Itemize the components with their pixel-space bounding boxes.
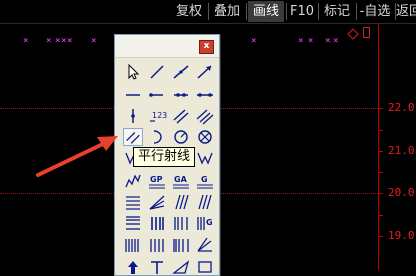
extended-line-icon[interactable] bbox=[195, 86, 215, 104]
event-marker[interactable]: × bbox=[333, 37, 338, 46]
speed-lines-icon[interactable] bbox=[147, 193, 167, 211]
watchlist-button[interactable]: -自选 bbox=[357, 1, 393, 22]
price-label-text: 123 bbox=[152, 111, 167, 120]
fibonacci-levels-icon[interactable] bbox=[123, 214, 143, 232]
fibonacci-lines-icon[interactable] bbox=[123, 193, 143, 211]
parallel-channel-icon[interactable] bbox=[195, 107, 215, 125]
diamond-marker-icon[interactable] bbox=[347, 28, 359, 40]
arc-icon[interactable] bbox=[147, 128, 167, 146]
curve-line-icon[interactable] bbox=[123, 172, 143, 190]
line-segment-icon[interactable] bbox=[147, 63, 167, 81]
ray-arrow-icon[interactable] bbox=[195, 63, 215, 81]
event-marker[interactable]: × bbox=[46, 37, 51, 46]
vertical-bars-icon[interactable] bbox=[171, 214, 191, 232]
g-tool-icon[interactable]: G bbox=[195, 172, 215, 190]
ga-tool-icon[interactable]: GA bbox=[171, 172, 191, 190]
g-box-label: G bbox=[206, 218, 213, 227]
horizontal-line-icon[interactable] bbox=[123, 86, 143, 104]
palette-titlebar[interactable]: x bbox=[115, 35, 219, 58]
bar-group-icon[interactable] bbox=[147, 214, 167, 232]
price-tick bbox=[378, 193, 383, 194]
parallel-lines-icon[interactable] bbox=[171, 107, 191, 125]
price-label: 21.0 bbox=[388, 144, 415, 157]
g-box-icon[interactable]: G bbox=[195, 214, 215, 232]
price-label: 22.0 bbox=[388, 101, 415, 114]
toolbar-separator bbox=[318, 3, 319, 20]
slanted-lines-icon[interactable] bbox=[195, 193, 215, 211]
f10-button[interactable]: F10 bbox=[288, 1, 316, 22]
price-label: 20.0 bbox=[388, 186, 415, 199]
text-tool-icon[interactable] bbox=[147, 258, 167, 276]
w-pattern-icon[interactable] bbox=[195, 149, 215, 167]
angle-fan-icon[interactable] bbox=[195, 236, 215, 254]
overlay-button[interactable]: 叠加 bbox=[210, 1, 244, 22]
tool-tooltip: 平行射线 bbox=[133, 147, 196, 167]
event-marker[interactable]: × bbox=[251, 37, 256, 46]
event-marker[interactable]: × bbox=[23, 37, 28, 46]
circle-cross-icon[interactable] bbox=[195, 128, 215, 146]
gann-lines-icon[interactable] bbox=[171, 193, 191, 211]
ga-label: GA bbox=[174, 175, 188, 184]
circle-icon[interactable] bbox=[171, 128, 191, 146]
event-marker[interactable]: × bbox=[91, 37, 96, 46]
rectangle-marker-icon[interactable] bbox=[363, 27, 370, 38]
toolbar-separator bbox=[246, 3, 247, 20]
horizontal-segment-icon[interactable] bbox=[147, 86, 167, 104]
top-toolbar: 复权 叠加 画线 F10 标记 -自选 返回 bbox=[0, 0, 416, 24]
line-with-arrow-icon[interactable] bbox=[171, 63, 191, 81]
rectangle-icon[interactable] bbox=[195, 258, 215, 276]
up-arrow-icon[interactable] bbox=[123, 258, 143, 276]
vertical-line-icon[interactable] bbox=[123, 107, 143, 125]
price-axis bbox=[378, 24, 379, 270]
parallel-ray-icon[interactable] bbox=[123, 128, 143, 146]
event-marker[interactable]: × bbox=[67, 37, 72, 46]
event-marker[interactable]: × bbox=[298, 37, 303, 46]
event-marker[interactable]: × bbox=[55, 37, 60, 46]
two-point-line-icon[interactable] bbox=[171, 86, 191, 104]
time-lines-icon[interactable] bbox=[171, 236, 191, 254]
toolbar-separator bbox=[208, 3, 209, 20]
cursor-arrow-icon[interactable] bbox=[123, 63, 143, 81]
price-tick bbox=[378, 108, 383, 109]
g-label: G bbox=[201, 175, 208, 184]
price-label: 19.0 bbox=[388, 229, 415, 242]
gp-tool-icon[interactable]: GP bbox=[147, 172, 167, 190]
price-tick bbox=[378, 130, 383, 131]
toolbar-separator bbox=[286, 3, 287, 20]
event-marker[interactable]: × bbox=[325, 37, 330, 46]
gp-label: GP bbox=[150, 175, 163, 184]
vertical-cycle-lines-icon[interactable] bbox=[123, 236, 143, 254]
cycle-lines-icon[interactable] bbox=[147, 236, 167, 254]
back-button[interactable]: 返回 bbox=[396, 1, 416, 22]
draw-line-button[interactable]: 画线 bbox=[248, 1, 284, 22]
triangle-icon[interactable] bbox=[171, 258, 191, 276]
event-marker[interactable]: × bbox=[308, 37, 313, 46]
restore-rights-button[interactable]: 复权 bbox=[172, 1, 206, 22]
price-tick bbox=[378, 215, 383, 216]
event-marker[interactable]: × bbox=[61, 37, 66, 46]
mark-button[interactable]: 标记 bbox=[320, 1, 354, 22]
price-tick bbox=[378, 236, 383, 237]
price-tick bbox=[378, 172, 383, 173]
close-icon[interactable]: x bbox=[199, 40, 214, 54]
price-label-icon[interactable]: 123 bbox=[147, 107, 167, 125]
price-tick bbox=[378, 151, 383, 152]
